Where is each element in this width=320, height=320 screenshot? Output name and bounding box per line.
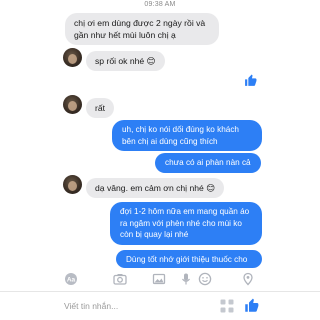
- contact-avatar[interactable]: [63, 175, 82, 194]
- camera-icon[interactable]: [113, 272, 127, 286]
- location-icon[interactable]: [241, 272, 255, 286]
- message-text: chưa có ai phàn nàn cả: [165, 158, 251, 167]
- message-input[interactable]: Viết tin nhắn...: [64, 301, 118, 311]
- message-text: Dùng tốt nhớ giới thiệu thuốc cho: [126, 255, 248, 264]
- incoming-message[interactable]: sp rối ok nhé 😊: [86, 51, 165, 71]
- microphone-icon[interactable]: [179, 272, 193, 286]
- message-text: dạ vâng. em cảm ơn chị nhé 😊: [95, 183, 216, 193]
- message-text: rất: [95, 103, 106, 113]
- send-like-icon[interactable]: [244, 298, 259, 313]
- image-icon[interactable]: [152, 272, 166, 286]
- contact-avatar[interactable]: [63, 95, 82, 114]
- outgoing-message[interactable]: Dùng tốt nhớ giới thiệu thuốc cho: [116, 250, 262, 268]
- incoming-message[interactable]: rất: [86, 98, 115, 118]
- outgoing-message[interactable]: chưa có ai phàn nàn cả: [155, 153, 261, 173]
- composer-toolbar: Aa: [0, 269, 320, 289]
- status-time: 09:38 AM: [144, 1, 176, 8]
- message-text: đợi 1-2 hôm nữa em mang quần áo ra ngâm …: [120, 207, 250, 239]
- like-thumbs-up-icon: [244, 74, 257, 87]
- outgoing-message[interactable]: đợi 1-2 hôm nữa em mang quần áo ra ngâm …: [110, 202, 262, 245]
- incoming-message[interactable]: chị ơi em dùng được 2 ngày rồi và gần nh…: [65, 13, 219, 45]
- emoji-icon[interactable]: [198, 272, 212, 286]
- outgoing-message[interactable]: uh, chị ko nói dối đúng ko khách bên chị…: [112, 120, 262, 151]
- message-text: uh, chị ko nói dối đúng ko khách bên chị…: [122, 125, 239, 146]
- message-text: sp rối ok nhé 😊: [95, 56, 156, 66]
- composer: Viết tin nhắn...: [0, 291, 320, 320]
- incoming-message[interactable]: dạ vâng. em cảm ơn chị nhé 😊: [86, 178, 225, 198]
- contact-avatar[interactable]: [63, 48, 82, 67]
- text-style-icon[interactable]: Aa: [64, 272, 78, 286]
- message-text: chị ơi em dùng được 2 ngày rồi và gần nh…: [74, 18, 206, 40]
- sticker-icon[interactable]: [219, 298, 235, 314]
- svg-text:Aa: Aa: [67, 277, 76, 284]
